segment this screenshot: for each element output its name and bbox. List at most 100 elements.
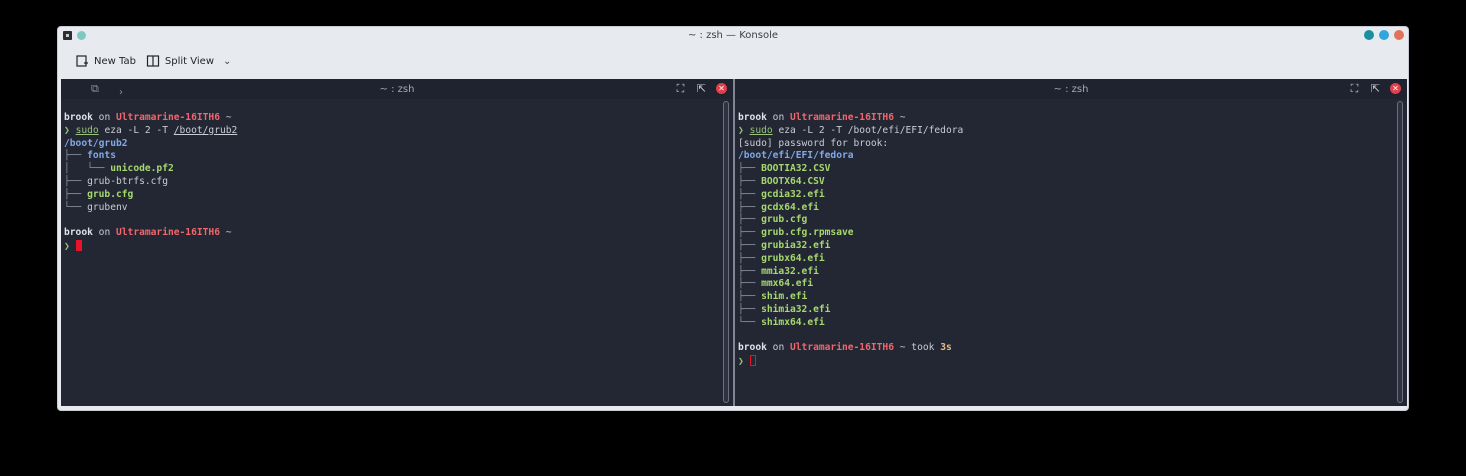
maximize-pane-icon[interactable]: ⛶ [674,82,687,95]
prompt-symbol: ❯ [738,356,750,368]
tree-branch: ├── [738,188,762,200]
tree-branch: ├── [738,252,762,264]
terminal-line: ├── mmx64.efi [738,278,1391,291]
chevron-right-icon[interactable]: › [119,87,123,98]
pane-header-left: ⧉ › ~ : zsh ⛶ ⇱ ✕ [61,79,733,99]
close-pane-button[interactable]: ✕ [716,83,727,94]
terminal-line: ❯ sudo eza -L 2 -T /boot/efi/EFI/fedora [738,125,1391,138]
tree-branch: ├── [738,201,762,213]
prompt-host: Ultramarine-16ITH6 [116,112,220,123]
tree-branch: ├── [738,227,762,239]
prompt-dir: ~ [893,112,906,123]
prompt-user: brook [64,227,93,239]
tree-branch: ├── [738,278,762,290]
terminal-line: ├── grub.cfg.rpmsave [738,227,1391,240]
prompt-host: Ultramarine-16ITH6 [790,112,894,123]
konsole-window: ~ : zsh — Konsole New Tab Split View ⌄ ⧉… [57,26,1409,411]
tree-branch: └── [64,201,88,213]
file-name: shimx64.efi [761,316,825,328]
terminal-line: ├── grub.cfg [64,189,717,202]
split-view-icon [146,55,160,67]
prompt-dir: ~ [219,112,232,123]
prompt-on: on [766,112,790,123]
command-path: /boot/grub2 [173,124,238,136]
terminal-line: brook on Ultramarine-16ITH6 ~ took 3s [738,342,1391,355]
file-name: BOOTIA32.CSV [761,163,831,175]
keep-above-icon[interactable] [77,31,86,40]
file-name: gcdia32.efi [761,188,825,200]
terminal-pane-left[interactable]: ⧉ › ~ : zsh ⛶ ⇱ ✕ brook on Ultramarine-1… [61,79,733,406]
scrollbar[interactable] [1397,101,1403,403]
tree-branch: ├── [64,150,88,162]
terminal-output[interactable]: brook on Ultramarine-16ITH6 ~ ❯ sudo eza … [64,112,717,253]
terminal-line: ❯ [738,355,1391,368]
prompt-symbol: ❯ [64,124,76,136]
app-menu-icon[interactable] [63,31,72,40]
tree-branch: ├── [738,303,762,315]
file-name: mmx64.efi [761,278,814,290]
tree-branch: ├── [64,188,88,200]
prompt-symbol: ❯ [64,240,76,252]
prompt-on: on [92,227,116,239]
scrollbar[interactable] [723,101,729,403]
text-cursor [75,239,82,251]
terminal-line: │ └── unicode.pf2 [64,163,717,176]
detach-pane-icon[interactable]: ⇱ [695,82,708,95]
prompt-dir: ~ [219,227,232,239]
window-title: ~ : zsh — Konsole [687,30,779,41]
new-tab-button[interactable]: New Tab [72,50,139,72]
file-name: grub.cfg.rpmsave [761,227,854,239]
file-name: shim.efi [761,291,808,303]
terminal-line: ❯ sudo eza -L 2 -T /boot/grub2 [64,125,717,138]
prompt-symbol: ❯ [738,124,750,136]
terminal-line: ├── gcdx64.efi [738,202,1391,215]
terminal-line: [sudo] password for brook: [738,138,1391,151]
command-sudo: sudo [749,124,773,136]
tree-branch: └── [738,316,762,328]
terminal-line: ├── BOOTIA32.CSV [738,163,1391,176]
prompt-user: brook [738,112,767,123]
command-text: eza -L 2 -T /boot/efi/EFI/fedora [772,124,964,136]
pane-title: ~ : zsh [379,83,415,95]
prompt-on: on [92,112,116,123]
toolbar: New Tab Split View ⌄ [58,44,1408,78]
title-bar[interactable]: ~ : zsh — Konsole [58,27,1408,44]
terminal-line: ├── grubx64.efi [738,253,1391,266]
close-window-button[interactable] [1394,30,1404,40]
detach-pane-icon[interactable]: ⇱ [1369,82,1382,95]
prompt-host: Ultramarine-16ITH6 [790,342,894,354]
new-tab-icon [76,55,88,67]
terminal-line: └── shimx64.efi [738,317,1391,330]
split-view-button[interactable]: Split View ⌄ [143,50,234,72]
tree-branch: ├── [738,239,762,251]
file-name: grubx64.efi [761,252,825,264]
chevron-down-icon[interactable]: ⌄ [223,56,231,67]
terminal-output[interactable]: brook on Ultramarine-16ITH6 ~ ❯ sudo eza … [738,112,1391,368]
file-name: BOOTX64.CSV [761,175,825,187]
terminal-line: brook on Ultramarine-16ITH6 ~ [738,112,1391,125]
output-text: [sudo] password for brook: [738,137,889,149]
terminal-line: /boot/efi/EFI/fedora [738,150,1391,163]
split-panes: ⧉ › ~ : zsh ⛶ ⇱ ✕ brook on Ultramarine-1… [61,79,1407,406]
terminal-line: ├── shim.efi [738,291,1391,304]
pane-title: ~ : zsh [1053,83,1089,95]
tree-branch: ├── [738,175,762,187]
command-duration: 3s [940,342,952,354]
close-pane-button[interactable]: ✕ [1390,83,1401,94]
prompt-dir: ~ took [893,342,941,354]
terminal-pane-right[interactable]: ~ : zsh ⛶ ⇱ ✕ brook on Ultramarine-16ITH… [735,79,1407,406]
file-name: shimia32.efi [761,303,831,315]
maximize-button[interactable] [1379,30,1389,40]
prompt-on: on [766,342,790,354]
terminal-line: /boot/grub2 [64,138,717,151]
terminal-line: ├── BOOTX64.CSV [738,176,1391,189]
split-view-label: Split View [164,55,215,67]
prompt-user: brook [738,342,767,354]
new-tab-label: New Tab [94,55,136,67]
minimize-button[interactable] [1364,30,1374,40]
pane-header-right: ~ : zsh ⛶ ⇱ ✕ [735,79,1407,99]
maximize-pane-icon[interactable]: ⛶ [1348,82,1361,95]
file-name: gcdx64.efi [761,201,819,213]
copy-icon[interactable]: ⧉ [91,82,99,96]
